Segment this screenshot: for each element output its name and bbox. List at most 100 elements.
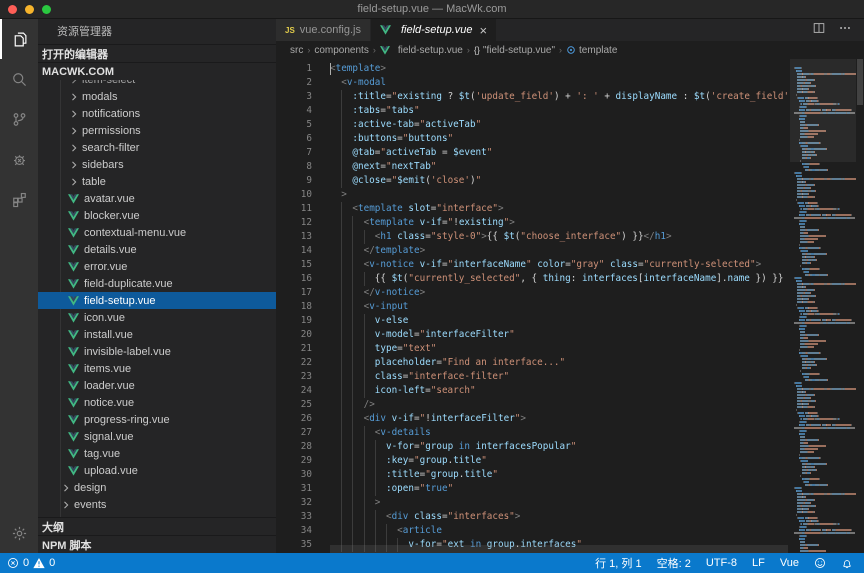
breadcrumb-item-template[interactable]: template bbox=[566, 45, 617, 56]
tab-field-setup-vue[interactable]: field-setup.vue× bbox=[371, 19, 496, 41]
status-language-mode[interactable]: Vue bbox=[780, 557, 799, 569]
tree-item-sidebars[interactable]: sidebars bbox=[38, 156, 276, 173]
activity-item-search[interactable] bbox=[0, 59, 38, 99]
activity-item-settings[interactable] bbox=[0, 513, 38, 553]
status-encoding[interactable]: UTF-8 bbox=[706, 557, 737, 569]
code-editor[interactable]: 1<template>2 <v-modal3 :title="existing … bbox=[276, 59, 864, 553]
section-npm-scripts[interactable]: NPM 脚本 bbox=[38, 535, 276, 553]
tree-item-blocker-vue[interactable]: blocker.vue bbox=[38, 207, 276, 224]
code-line-22[interactable]: 22 placeholder="Find an interface..." bbox=[276, 356, 864, 370]
tree-item-table[interactable]: table bbox=[38, 173, 276, 190]
tree-item-upload-vue[interactable]: upload.vue bbox=[38, 462, 276, 479]
split-editor-button[interactable] bbox=[812, 21, 826, 40]
horizontal-scrollbar-thumb[interactable] bbox=[330, 545, 788, 553]
activity-item-extensions[interactable] bbox=[0, 179, 38, 219]
tab-vue-config-js[interactable]: JSvue.config.js bbox=[276, 19, 370, 41]
code-line-6[interactable]: 6 :buttons="buttons" bbox=[276, 132, 864, 146]
code-line-5[interactable]: 5 :active-tab="activeTab" bbox=[276, 118, 864, 132]
code-line-31[interactable]: 31 :open="true" bbox=[276, 482, 864, 496]
code-line-3[interactable]: 3 :title="existing ? $t('update_field') … bbox=[276, 90, 864, 104]
tree-item-field-setup-vue[interactable]: field-setup.vue bbox=[38, 292, 276, 309]
tree-item-permissions[interactable]: permissions bbox=[38, 122, 276, 139]
code-line-1[interactable]: 1<template> bbox=[276, 62, 864, 76]
code-line-14[interactable]: 14 </template> bbox=[276, 244, 864, 258]
code-line-19[interactable]: 19 v-else bbox=[276, 314, 864, 328]
code-line-7[interactable]: 7 @tab="activeTab = $event" bbox=[276, 146, 864, 160]
zoom-window-button[interactable] bbox=[42, 5, 51, 14]
tree-item-events[interactable]: events bbox=[38, 496, 276, 513]
code-line-25[interactable]: 25 /> bbox=[276, 398, 864, 412]
tree-item-tag-vue[interactable]: tag.vue bbox=[38, 445, 276, 462]
tree-item-modals[interactable]: modals bbox=[38, 88, 276, 105]
code-line-17[interactable]: 17 </v-notice> bbox=[276, 286, 864, 300]
close-icon[interactable]: × bbox=[480, 24, 488, 37]
line-text: :open="true" bbox=[330, 482, 453, 496]
minimap[interactable] bbox=[790, 59, 856, 553]
code-line-23[interactable]: 23 class="interface-filter" bbox=[276, 370, 864, 384]
code-line-10[interactable]: 10 > bbox=[276, 188, 864, 202]
code-line-15[interactable]: 15 <v-notice v-if="interfaceName" color=… bbox=[276, 258, 864, 272]
tree-item-avatar-vue[interactable]: avatar.vue bbox=[38, 190, 276, 207]
code-line-28[interactable]: 28 v-for="group in interfacesPopular" bbox=[276, 440, 864, 454]
activity-item-explorer[interactable] bbox=[0, 19, 38, 59]
activity-item-source-control[interactable] bbox=[0, 99, 38, 139]
activity-item-debug[interactable] bbox=[0, 139, 38, 179]
tree-item-notice-vue[interactable]: notice.vue bbox=[38, 394, 276, 411]
code-line-4[interactable]: 4 :tabs="tabs" bbox=[276, 104, 864, 118]
status-problems[interactable]: 0 0 bbox=[7, 557, 55, 569]
tree-item-invisible-label-vue[interactable]: invisible-label.vue bbox=[38, 343, 276, 360]
vertical-scrollbar-thumb[interactable] bbox=[857, 59, 863, 105]
code-line-8[interactable]: 8 @next="nextTab" bbox=[276, 160, 864, 174]
breadcrumb-item-field-setup-vue[interactable]: {}"field-setup.vue" bbox=[474, 45, 555, 56]
close-window-button[interactable] bbox=[8, 5, 17, 14]
indent-guide bbox=[352, 482, 353, 496]
code-line-2[interactable]: 2 <v-modal bbox=[276, 76, 864, 90]
feedback-smiley-icon[interactable] bbox=[814, 557, 826, 569]
status-cursor-position[interactable]: 行 1, 列 1 bbox=[595, 555, 641, 571]
minimap-slider[interactable] bbox=[790, 59, 856, 162]
bell-icon[interactable] bbox=[841, 557, 853, 569]
tree-item-signal-vue[interactable]: signal.vue bbox=[38, 428, 276, 445]
tree-item-notifications[interactable]: notifications bbox=[38, 105, 276, 122]
tree-item-contextual-menu-vue[interactable]: contextual-menu.vue bbox=[38, 224, 276, 241]
code-line-26[interactable]: 26 <div v-if="!interfaceFilter"> bbox=[276, 412, 864, 426]
tree-item-loader-vue[interactable]: loader.vue bbox=[38, 377, 276, 394]
code-line-30[interactable]: 30 :title="group.title" bbox=[276, 468, 864, 482]
code-line-20[interactable]: 20 v-model="interfaceFilter" bbox=[276, 328, 864, 342]
breadcrumb-item-src[interactable]: src bbox=[290, 45, 303, 56]
code-line-32[interactable]: 32 > bbox=[276, 496, 864, 510]
horizontal-scrollbar[interactable] bbox=[330, 545, 788, 553]
code-line-12[interactable]: 12 <template v-if="!existing"> bbox=[276, 216, 864, 230]
minimize-window-button[interactable] bbox=[25, 5, 34, 14]
section-outline[interactable]: 大纲 bbox=[38, 517, 276, 535]
tree-item-details-vue[interactable]: details.vue bbox=[38, 241, 276, 258]
code-line-33[interactable]: 33 <div class="interfaces"> bbox=[276, 510, 864, 524]
code-line-21[interactable]: 21 type="text" bbox=[276, 342, 864, 356]
tree-item-design[interactable]: design bbox=[38, 479, 276, 496]
breadcrumb-item-field-setup-vue[interactable]: field-setup.vue bbox=[380, 45, 463, 56]
code-line-16[interactable]: 16 {{ $t("currently_selected", { thing: … bbox=[276, 272, 864, 286]
breadcrumb-item-components[interactable]: components bbox=[314, 45, 368, 56]
code-line-9[interactable]: 9 @close="$emit('close')" bbox=[276, 174, 864, 188]
tree-item-item-select[interactable]: item-select bbox=[38, 80, 276, 88]
tree-item-field-duplicate-vue[interactable]: field-duplicate.vue bbox=[38, 275, 276, 292]
code-line-18[interactable]: 18 <v-input bbox=[276, 300, 864, 314]
section-project[interactable]: MACWK.COM bbox=[38, 62, 276, 80]
tree-item-items-vue[interactable]: items.vue bbox=[38, 360, 276, 377]
code-line-13[interactable]: 13 <h1 class="style-0">{{ $t("choose_int… bbox=[276, 230, 864, 244]
code-line-27[interactable]: 27 <v-details bbox=[276, 426, 864, 440]
code-line-24[interactable]: 24 icon-left="search" bbox=[276, 384, 864, 398]
tree-item-error-vue[interactable]: error.vue bbox=[38, 258, 276, 275]
tree-item-search-filter[interactable]: search-filter bbox=[38, 139, 276, 156]
tree-item-progress-ring-vue[interactable]: progress-ring.vue bbox=[38, 411, 276, 428]
code-line-29[interactable]: 29 :key="group.title" bbox=[276, 454, 864, 468]
section-open-editors[interactable]: 打开的编辑器 bbox=[38, 44, 276, 62]
code-line-11[interactable]: 11 <template slot="interface"> bbox=[276, 202, 864, 216]
code-line-34[interactable]: 34 <article bbox=[276, 524, 864, 538]
status-eol[interactable]: LF bbox=[752, 557, 765, 569]
more-actions-button[interactable] bbox=[838, 21, 852, 40]
tree-item-icon-vue[interactable]: icon.vue bbox=[38, 309, 276, 326]
status-indentation[interactable]: 空格: 2 bbox=[657, 555, 691, 571]
vertical-scrollbar[interactable] bbox=[856, 59, 864, 553]
tree-item-install-vue[interactable]: install.vue bbox=[38, 326, 276, 343]
